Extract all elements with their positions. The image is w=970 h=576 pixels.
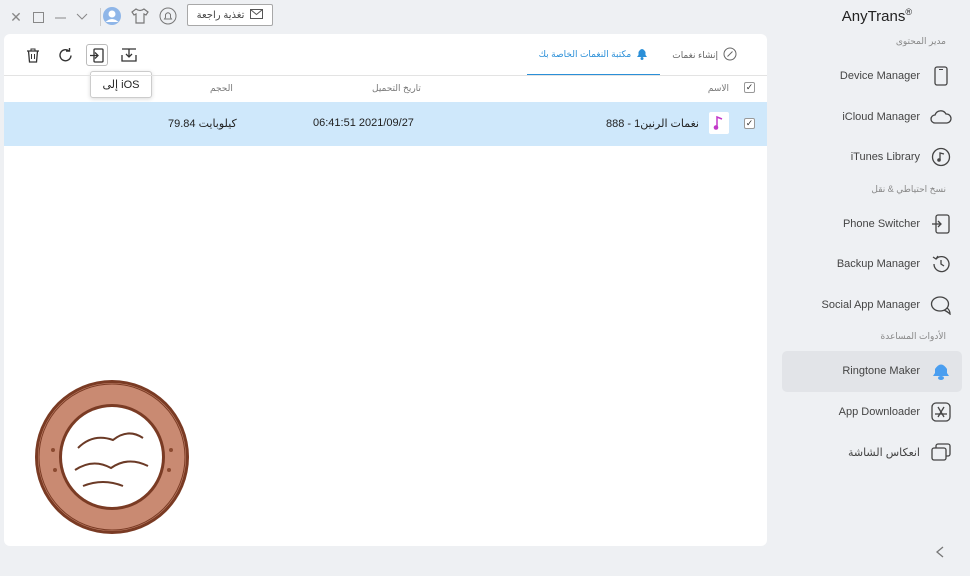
- minimize-icon[interactable]: [52, 9, 68, 25]
- sidebar-item-app-downloader[interactable]: App Downloader: [782, 392, 962, 433]
- watermark-seal: [33, 378, 191, 536]
- header-icons: [101, 5, 179, 27]
- row-checkbox[interactable]: ✓: [744, 118, 755, 129]
- tab-my-ringtones[interactable]: مكتبة النغمات الخاصة بك: [526, 34, 661, 76]
- section-title-content-manager: مدير المحتوى: [895, 36, 946, 46]
- sidebar-item-label: Ringtone Maker: [842, 365, 920, 378]
- app-name: AnyTrans: [841, 8, 906, 25]
- export-button[interactable]: [118, 44, 140, 66]
- sidebar-item-label: Phone Switcher: [842, 217, 920, 230]
- feedback-button[interactable]: تغذية راجعة: [187, 4, 273, 26]
- bell-icon: [636, 47, 648, 62]
- sidebar-item-label: Backup Manager: [836, 258, 920, 271]
- bell-icon: [930, 360, 952, 382]
- sidebar-item-device-manager[interactable]: Device Manager: [782, 56, 962, 97]
- sidebar-item-label: Device Manager: [839, 70, 920, 83]
- name-column-header[interactable]: الاسم: [708, 83, 729, 94]
- sidebar-item-phone-switcher[interactable]: Phone Switcher: [782, 204, 962, 245]
- table-row[interactable]: 79.84 كيلوبايت 06:41:51 2021/09/27 888 -…: [4, 102, 767, 146]
- app-store-icon: [930, 401, 952, 423]
- section-title-backup-transfer: نسخ احتياطي & نقل: [871, 183, 946, 194]
- avatar-icon[interactable]: [101, 5, 123, 27]
- delete-button[interactable]: [22, 44, 44, 66]
- sidebar: مدير المحتوى Device Manager iCloud Manag…: [782, 34, 962, 473]
- mail-icon: [250, 8, 264, 22]
- size-column-header[interactable]: الحجم: [210, 83, 233, 94]
- ringtone-name: 888 - نغمات الرنين1: [606, 118, 699, 130]
- section-title-helper-tools: الأدوات المساعدة: [880, 331, 947, 341]
- close-icon[interactable]: ✕: [8, 9, 24, 25]
- collapse-sidebar-icon[interactable]: [935, 545, 947, 559]
- tab-bar: مكتبة النغمات الخاصة بك إنشاء نغمات: [526, 34, 749, 76]
- sidebar-item-ringtone-maker[interactable]: Ringtone Maker: [782, 351, 962, 392]
- tshirt-icon[interactable]: [129, 5, 151, 27]
- date-column-header[interactable]: تاريخ التحميل: [372, 83, 421, 94]
- sidebar-item-backup-manager[interactable]: Backup Manager: [782, 244, 962, 285]
- sidebar-item-label: iTunes Library: [850, 151, 920, 164]
- divider: [4, 75, 767, 76]
- tab-create-ringtone[interactable]: إنشاء نغمات: [660, 34, 749, 76]
- tab-label: إنشاء نغمات: [672, 49, 718, 60]
- history-icon: [930, 253, 952, 275]
- chat-icon: [930, 294, 952, 316]
- sidebar-item-icloud-manager[interactable]: iCloud Manager: [782, 97, 962, 138]
- upload-date: 06:41:51 2021/09/27: [313, 117, 414, 129]
- sidebar-item-label: Social App Manager: [821, 298, 920, 311]
- window-controls: ✕: [8, 8, 105, 26]
- screen-mirror-icon: [930, 441, 952, 463]
- bell-icon[interactable]: [157, 5, 179, 27]
- app-title: AnyTrans®: [842, 7, 912, 25]
- to-ios-button[interactable]: [86, 44, 108, 66]
- tab-label: مكتبة النغمات الخاصة بك: [538, 48, 632, 59]
- phone-icon: [930, 65, 952, 87]
- music-icon: [930, 146, 952, 168]
- table-header: الحجم تاريخ التحميل الاسم ✓: [4, 77, 767, 101]
- music-note-icon: [709, 112, 729, 137]
- select-all-checkbox[interactable]: ✓: [744, 82, 755, 93]
- sidebar-item-screen-mirroring[interactable]: انعكاس الشاشة: [782, 432, 962, 473]
- maximize-icon[interactable]: [30, 9, 46, 25]
- chevron-down-icon[interactable]: [74, 9, 90, 25]
- feedback-label: تغذية راجعة: [196, 9, 245, 21]
- toolbar: [22, 44, 140, 66]
- sidebar-item-label: App Downloader: [838, 405, 920, 418]
- cloud-icon: [930, 106, 952, 128]
- sidebar-item-label: انعكاس الشاشة: [847, 446, 920, 459]
- phone-switch-icon: [930, 213, 952, 235]
- sidebar-item-social-app-manager[interactable]: Social App Manager: [782, 285, 962, 326]
- sidebar-item-itunes-library[interactable]: iTunes Library: [782, 137, 962, 178]
- sidebar-item-label: iCloud Manager: [842, 110, 920, 123]
- compass-icon: [723, 47, 737, 63]
- file-size: 79.84 كيلوبايت: [168, 118, 237, 130]
- registered-mark: ®: [905, 7, 912, 17]
- refresh-button[interactable]: [54, 44, 76, 66]
